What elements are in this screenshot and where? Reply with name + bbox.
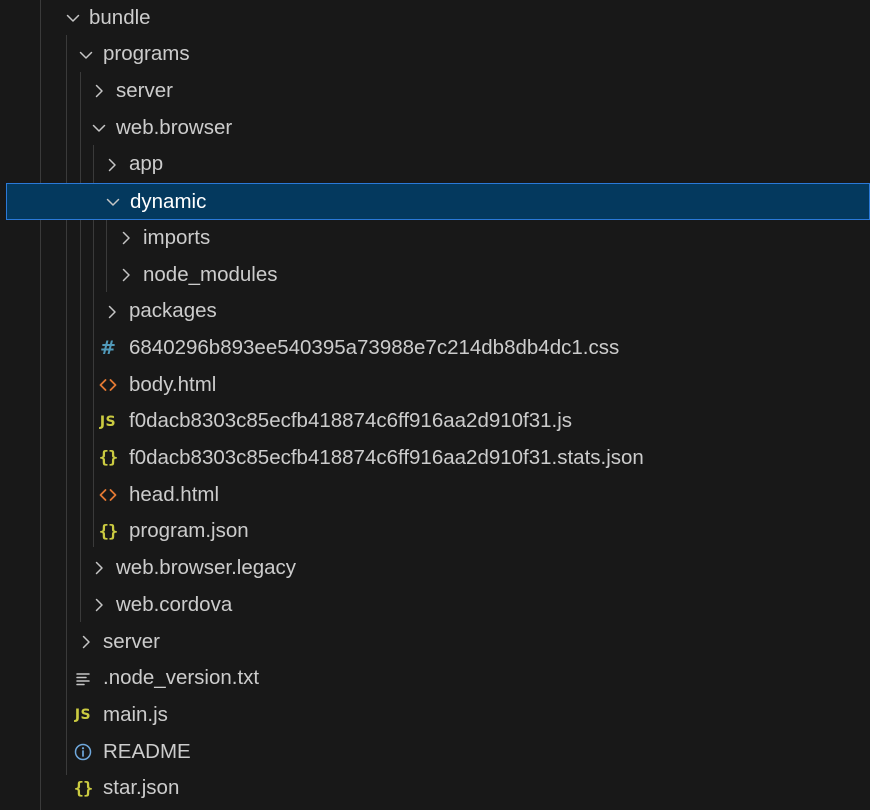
chevron-right-icon[interactable] [88,587,110,624]
chevron-right-icon[interactable] [88,550,110,587]
tree-item-label: server [116,79,173,102]
js-file-icon-glyph: JS [99,413,117,430]
tree-item-label: imports [143,225,211,249]
tree-item-label: star.json [103,776,180,800]
json-braces-icon: {} [72,770,94,807]
tree-file-f0dacb8303c85ecfb418874c6ff916aa2d910f31-js[interactable]: JS f0dacb8303c85ecfb418874c6ff916aa2d910f… [0,403,870,440]
tree-item-label: main.js [103,702,168,726]
tree-item-label: server [103,629,160,653]
tree-folder-web-cordova[interactable]: web.cordova [0,587,870,624]
tree-item-label: 6840296b893ee540395a73988e7c214db8db4dc1… [129,335,620,359]
json-braces-icon-glyph: {} [98,448,119,469]
js-file-icon-glyph: JS [74,707,92,724]
html-brackets-icon [97,477,119,514]
tree-folder-packages[interactable]: packages [0,293,870,330]
tree-item-label: web.browser.legacy [116,556,297,580]
tree-item-label: web.browser [116,115,233,139]
tree-file-head-html[interactable]: head.html [0,477,870,514]
tree-item-label: .node_version.txt [103,666,260,690]
chevron-down-icon[interactable] [75,36,97,73]
tree-item-label: body.html [129,372,217,396]
tree-file-body-html[interactable]: body.html [0,367,870,404]
json-braces-icon-glyph: {} [73,778,94,799]
tree-file-readme[interactable]: README [0,734,870,771]
chevron-right-icon[interactable] [115,220,137,257]
tree-folder-bundle[interactable]: bundle [0,0,870,36]
html-brackets-icon [97,367,119,404]
tree-folder-server[interactable]: server [0,624,870,661]
tree-file-star-json[interactable]: {} star.json [0,770,870,807]
tree-item-label: node_modules [143,262,278,286]
js-file-icon: JS [97,403,119,440]
tree-item-label: head.html [129,482,220,506]
js-file-icon: JS [72,697,94,734]
tree-item-label: packages [129,299,217,323]
tree-item-label: f0dacb8303c85ecfb418874c6ff916aa2d910f31… [129,446,644,469]
tree-item-label: programs [103,42,190,66]
chevron-right-icon[interactable] [88,73,110,110]
chevron-right-icon[interactable] [101,293,123,330]
info-circle-icon [72,734,94,771]
tree-folder-node-modules[interactable]: node_modules [0,257,870,294]
json-braces-icon-glyph: {} [98,521,119,542]
chevron-down-icon[interactable] [62,0,84,36]
tree-folder-server[interactable]: server [0,73,870,110]
tree-file-6840296b893ee540395a73988e7c214db8db4dc1-css[interactable]: #6840296b893ee540395a73988e7c214db8db4dc… [0,330,870,367]
tree-folder-programs[interactable]: programs [0,36,870,73]
chevron-down-icon[interactable] [102,184,124,221]
css-hash-icon-glyph: # [100,337,116,360]
tree-item-label: dynamic [130,190,207,214]
tree-item-label: f0dacb8303c85ecfb418874c6ff916aa2d910f31… [129,409,573,433]
tree-item-label: bundle [89,5,151,29]
tree-item-label: web.cordova [116,592,233,616]
tree-item-label: README [103,739,191,763]
tree-file-node-version-txt[interactable]: .node_version.txt [0,660,870,697]
tree-folder-web-browser[interactable]: web.browser [0,110,870,147]
chevron-right-icon[interactable] [115,257,137,294]
chevron-down-icon[interactable] [88,110,110,147]
tree-file-main-js[interactable]: JS main.js [0,697,870,734]
tree-file-program-json[interactable]: {} program.json [0,513,870,550]
css-hash-icon: # [97,330,119,367]
tree-file-f0dacb8303c85ecfb418874c6ff916aa2d910f31-stats-json[interactable]: {} f0dacb8303c85ecfb418874c6ff916aa2d910f… [0,440,870,477]
text-lines-icon [72,660,94,697]
chevron-right-icon[interactable] [101,146,123,183]
tree-folder-dynamic[interactable]: dynamic [6,183,870,220]
json-braces-icon: {} [97,440,119,477]
tree-item-label: app [129,152,164,176]
tree-folder-web-browser-legacy[interactable]: web.browser.legacy [0,550,870,587]
tree-folder-imports[interactable]: imports [0,220,870,257]
json-braces-icon: {} [97,513,119,550]
file-explorer-tree: bundle programs server web.browser app dynami… [0,0,870,810]
tree-item-label: program.json [129,519,249,543]
chevron-right-icon[interactable] [75,624,97,661]
tree-folder-app[interactable]: app [0,146,870,183]
